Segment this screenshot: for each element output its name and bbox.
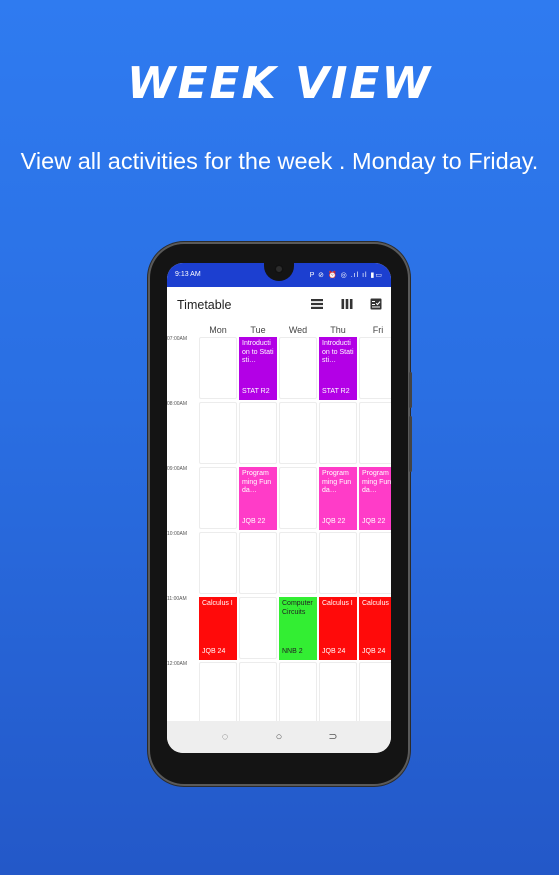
event-room: NNB 2 [282, 648, 303, 656]
event-room: JQB 24 [322, 648, 346, 656]
subline: View all activities for the week . Monda… [20, 148, 539, 174]
event-title: Calculus I [362, 600, 391, 607]
side-button [409, 416, 412, 472]
event-room: JQB 22 [242, 518, 266, 526]
timetable-grid: 07:00AM 08:00AM 09:00AM 10:00AM 11:00AM 12:00… [167, 336, 391, 724]
day-label-wed: Wed [288, 325, 308, 335]
event-card[interactable]: Calculus I JQB 24 [319, 597, 357, 660]
empty-slot[interactable] [359, 402, 391, 464]
checklist-icon[interactable] [370, 298, 382, 310]
event-title: Programming Funda… [242, 470, 272, 495]
empty-slot[interactable] [359, 532, 391, 594]
event-room: JQB 22 [322, 518, 346, 526]
event-title: Introduction to Statisti… [322, 340, 354, 365]
empty-slot[interactable] [199, 532, 237, 594]
empty-slot[interactable] [359, 337, 391, 399]
app-title: Timetable [177, 298, 232, 312]
empty-slot[interactable] [359, 662, 391, 724]
day-header: Mon Tue Wed Thu Fri [199, 325, 391, 337]
volume-button [409, 372, 412, 408]
empty-slot[interactable] [319, 662, 357, 724]
empty-slot[interactable] [239, 532, 277, 594]
event-card[interactable]: Computer Circuits NNB 2 [279, 597, 317, 660]
empty-slot[interactable] [279, 467, 317, 529]
event-room: JQB 22 [362, 518, 386, 526]
time-label: 10:00AM [167, 531, 188, 537]
empty-slot[interactable] [279, 402, 317, 464]
empty-slot[interactable] [239, 402, 277, 464]
navigation-bar: ◌ ○ ⊃ [167, 721, 391, 753]
event-card[interactable]: Introduction to Statisti… STAT R2 [319, 337, 357, 400]
event-title: Programming Funda… [362, 470, 391, 495]
week-view-icon[interactable] [341, 298, 353, 310]
empty-slot[interactable] [239, 597, 277, 659]
event-card[interactable]: Programming Funda… JQB 22 [359, 467, 391, 530]
event-room: JQB 24 [202, 648, 226, 656]
empty-slot[interactable] [199, 337, 237, 399]
empty-slot[interactable] [199, 467, 237, 529]
empty-slot[interactable] [319, 532, 357, 594]
event-title: Introduction to Statisti… [242, 340, 274, 365]
event-card[interactable]: Programming Funda… JQB 22 [239, 467, 277, 530]
day-label-mon: Mon [209, 325, 227, 335]
event-title: Programming Funda… [322, 470, 352, 495]
time-label: 09:00AM [167, 466, 188, 472]
day-label-fri: Fri [372, 325, 384, 335]
time-label: 07:00AM [167, 336, 188, 342]
event-card[interactable]: Programming Funda… JQB 22 [319, 467, 357, 530]
event-title: Calculus I [322, 600, 353, 607]
phone-screen: 9:13 AM P ⊘ ⏰ ◎ .ıl ıl ▮▭ Timetable Mon … [167, 263, 391, 753]
day-label-thu: Thu [330, 325, 346, 335]
event-title: Computer Circuits [282, 600, 313, 616]
time-label: 11:00AM [167, 596, 187, 602]
empty-slot[interactable] [279, 337, 317, 399]
headline: WEEK VIEW [126, 58, 433, 109]
empty-slot[interactable] [279, 532, 317, 594]
empty-slot[interactable] [319, 402, 357, 464]
recents-icon[interactable]: ◌ [219, 731, 231, 743]
time-label: 12:00AM [167, 661, 188, 667]
empty-slot[interactable] [239, 662, 277, 724]
phone-mockup: 9:13 AM P ⊘ ⏰ ◎ .ıl ıl ▮▭ Timetable Mon … [150, 244, 412, 784]
event-card[interactable]: Calculus I JQB 24 [199, 597, 237, 660]
back-icon[interactable]: ⊃ [327, 731, 339, 743]
event-room: JQB 24 [362, 648, 386, 656]
event-room: STAT R2 [322, 388, 350, 396]
day-label-tue: Tue [250, 325, 266, 335]
event-title: Calculus I [202, 600, 233, 607]
day-view-icon[interactable] [311, 298, 323, 310]
status-icons: P ⊘ ⏰ ◎ .ıl ıl ▮▭ [309, 272, 383, 279]
empty-slot[interactable] [199, 402, 237, 464]
time-label: 08:00AM [167, 401, 188, 407]
status-time: 9:13 AM [175, 271, 201, 278]
event-room: STAT R2 [242, 388, 270, 396]
event-card[interactable]: Introduction to Statisti… STAT R2 [239, 337, 277, 400]
empty-slot[interactable] [279, 662, 317, 724]
app-bar: Timetable [167, 287, 391, 323]
empty-slot[interactable] [199, 662, 237, 724]
event-card[interactable]: Calculus I JQB 24 [359, 597, 391, 660]
home-icon[interactable]: ○ [273, 731, 285, 743]
